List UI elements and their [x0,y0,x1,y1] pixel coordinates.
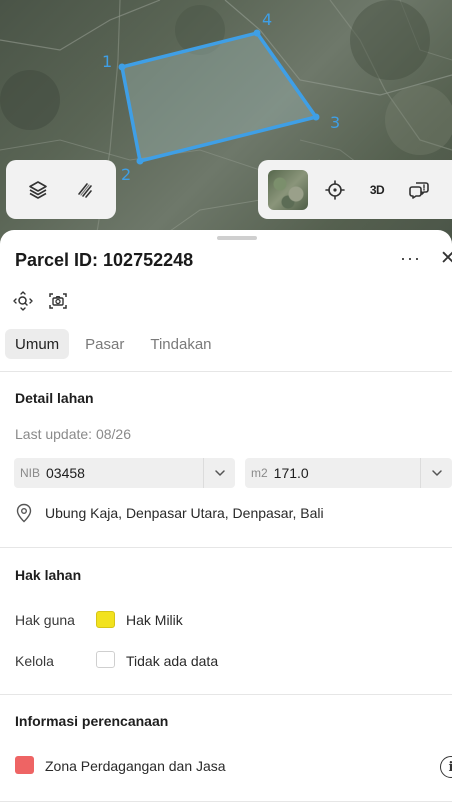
detail-section-heading: Detail lahan [15,390,94,406]
zone-info-button[interactable]: i [440,756,452,778]
parcel-vertex-handle[interactable] [312,113,320,121]
parcel-polygon[interactable] [120,31,318,163]
more-options-button[interactable]: ··· [400,248,421,269]
map-view[interactable]: 1 2 3 4 3D [0,0,452,245]
nib-prefix: NIB [20,466,41,480]
layers-icon [28,180,47,199]
planning-section-heading: Informasi perencanaan [15,713,169,729]
tab-umum[interactable]: Umum [5,329,70,359]
tab-tindakan[interactable]: Tindakan [140,329,221,359]
hak-guna-value: Hak Milik [126,612,183,628]
area-dropdown[interactable] [420,458,452,488]
address-row: Ubung Kaja, Denpasar Utara, Denpasar, Ba… [15,503,324,523]
kelola-label: Kelola [15,653,54,669]
area-value: 171.0 [273,465,309,481]
parcel-vertex-handle[interactable] [253,29,261,37]
vertex-label-4: 4 [262,10,273,29]
address-text: Ubung Kaja, Denpasar Utara, Denpasar, Ba… [45,505,324,521]
tab-bar: Umum Pasar Tindakan [5,329,222,359]
rights-section-heading: Hak lahan [15,567,82,583]
hak-guna-label: Hak guna [15,612,75,628]
measure-icon [77,182,92,198]
kelola-swatch [96,651,115,668]
area-unit: m2 [251,466,268,480]
divider [0,371,452,372]
camera-icon [49,293,67,309]
sheet-drag-handle[interactable] [217,236,257,240]
measure-button[interactable] [64,169,106,211]
kelola-value: Tidak ada data [126,653,219,669]
chevron-down-icon [214,470,225,476]
zoom-to-parcel-button[interactable] [12,290,34,312]
location-pin-icon [16,503,32,523]
divider [0,547,452,548]
layers-button[interactable] [17,169,59,211]
parcel-title: Parcel ID: 102752248 [15,250,194,270]
satellite-thumbnail[interactable] [268,169,308,210]
locate-icon [325,179,345,200]
parcel-vertex-handle[interactable] [118,63,126,71]
locate-button[interactable] [314,169,356,211]
hak-guna-swatch [96,611,115,628]
zone-color-swatch [15,756,34,774]
chevron-down-icon [431,470,442,476]
nib-dropdown[interactable] [203,458,235,488]
tab-pasar[interactable]: Pasar [75,329,134,359]
divider [0,801,452,802]
zoom-to-parcel-icon [13,291,33,311]
zone-label: Zona Perdagangan dan Jasa [45,758,226,774]
area-field[interactable]: m2 171.0 [245,458,452,488]
feedback-icon [409,181,429,199]
vertex-label-3: 3 [330,113,341,132]
vertex-label-1: 1 [102,52,113,71]
3d-toggle-button[interactable]: 3D [356,169,398,211]
screenshot-button[interactable] [47,290,69,312]
vertex-label-2: 2 [121,165,132,184]
parcel-detail-sheet: Parcel ID: 102752248 ··· ✕ Umum Pasar Ti… [0,230,452,804]
map-options-panel: 3D [258,160,452,219]
divider [0,694,452,695]
map-tools-panel [6,160,116,219]
parcel-vertex-handle[interactable] [136,157,144,165]
last-update-text: Last update: 08/26 [15,426,131,442]
nib-field[interactable]: NIB 03458 [14,458,235,488]
feedback-button[interactable] [398,169,440,211]
nib-value: 03458 [46,465,85,481]
close-button[interactable]: ✕ [440,247,452,270]
